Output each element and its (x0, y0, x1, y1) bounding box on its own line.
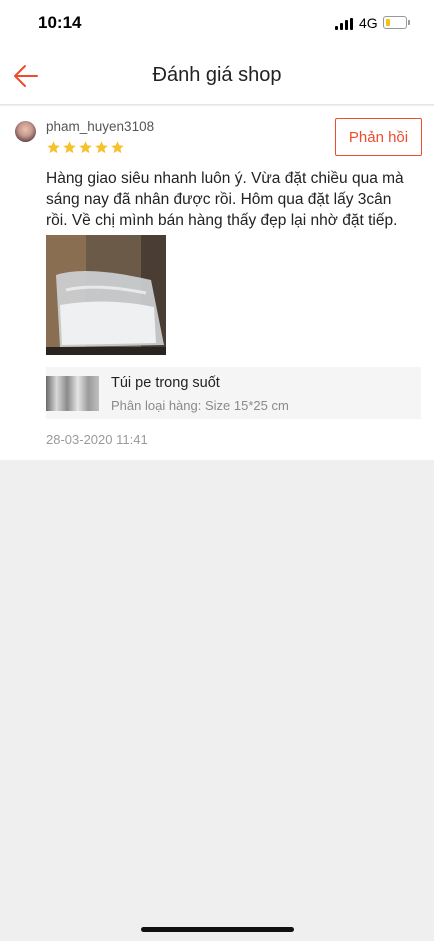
page-title: Đánh giá shop (152, 64, 282, 86)
star-icon (47, 141, 60, 154)
star-icon (63, 141, 76, 154)
review-date: 28-03-2020 11:41 (46, 432, 148, 447)
home-indicator (141, 927, 294, 932)
product-variant: Phân loại hàng: Size 15*25 cm (111, 398, 289, 413)
signal-icon (335, 18, 353, 30)
avatar[interactable] (15, 121, 36, 142)
star-rating (46, 140, 125, 156)
review-photo[interactable] (46, 235, 166, 355)
reply-button[interactable]: Phản hồi (335, 118, 422, 156)
status-time: 10:14 (38, 13, 82, 32)
star-icon (95, 141, 108, 154)
product-info[interactable]: Túi pe trong suốt Phân loại hàng: Size 1… (46, 367, 421, 419)
status-bar: 10:14 4G (0, 0, 434, 48)
battery-level (385, 18, 390, 26)
product-name: Túi pe trong suốt (111, 375, 220, 391)
review-card: pham_huyen3108 Phản hồi Hàng giao siêu n… (0, 106, 434, 460)
network-type: 4G (359, 15, 378, 31)
star-icon (111, 141, 124, 154)
nav-bar: Đánh giá shop (0, 48, 434, 105)
product-thumbnail (46, 376, 99, 411)
battery-icon (383, 16, 407, 29)
reviewer-username: pham_huyen3108 (46, 119, 155, 134)
review-photo-image (46, 235, 166, 355)
battery-tip (408, 20, 410, 25)
star-icon (79, 141, 92, 154)
review-text: Hàng giao siêu nhanh luôn ý. Vừa đặt chi… (46, 170, 404, 229)
